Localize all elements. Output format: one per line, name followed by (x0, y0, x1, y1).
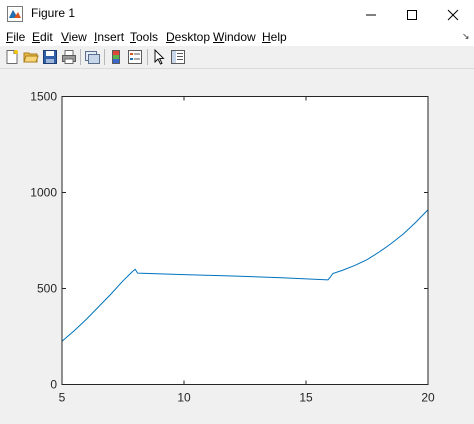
line-plot[interactable]: 0 500 1000 1500 5 10 15 20 (0, 69, 474, 424)
matlab-figure-icon (7, 6, 23, 22)
menu-file[interactable]: File (6, 30, 25, 44)
insert-colorbar-icon[interactable] (108, 49, 124, 65)
x-tick-label: 20 (421, 391, 435, 405)
new-figure-icon[interactable] (4, 49, 20, 65)
menu-edit[interactable]: Edit (32, 30, 53, 44)
toolbar-separator (147, 49, 148, 65)
minimize-icon (366, 14, 376, 16)
maximize-button[interactable] (389, 0, 435, 28)
menu-bar: File Edit View Insert Tools Desktop Wind… (0, 28, 474, 46)
close-icon (447, 9, 459, 21)
toolbar-separator (80, 49, 81, 65)
menu-view[interactable]: View (61, 30, 87, 44)
menu-window[interactable]: Window (213, 30, 256, 44)
y-tick-label: 0 (50, 378, 57, 392)
save-icon[interactable] (42, 49, 58, 65)
toolbar-separator (104, 49, 105, 65)
figure-toolbar (0, 46, 474, 69)
menu-tools[interactable]: Tools (130, 30, 158, 44)
dock-arrow-icon[interactable]: ↘ (462, 31, 470, 42)
link-plot-icon[interactable] (84, 49, 100, 65)
menu-desktop[interactable]: Desktop (166, 30, 210, 44)
minimize-button[interactable] (348, 0, 394, 28)
figure-canvas: 0 500 1000 1500 5 10 15 20 (0, 69, 474, 424)
close-button[interactable] (430, 0, 474, 28)
y-tick-label: 1000 (30, 186, 57, 200)
insert-legend-icon[interactable] (127, 49, 143, 65)
open-file-icon[interactable] (23, 49, 39, 65)
property-inspector-icon[interactable] (170, 49, 186, 65)
axes-background (62, 96, 428, 385)
print-icon[interactable] (61, 49, 77, 65)
y-tick-label: 1500 (30, 90, 57, 104)
y-tick-label: 500 (37, 282, 57, 296)
x-tick-label: 5 (59, 391, 66, 405)
menu-insert[interactable]: Insert (94, 30, 124, 44)
window-title: Figure 1 (31, 6, 76, 20)
maximize-icon (407, 10, 417, 20)
edit-plot-arrow-icon[interactable] (151, 49, 167, 65)
menu-help[interactable]: Help (262, 30, 287, 44)
x-tick-label: 15 (299, 391, 313, 405)
title-bar: Figure 1 (0, 0, 474, 28)
x-tick-label: 10 (177, 391, 191, 405)
